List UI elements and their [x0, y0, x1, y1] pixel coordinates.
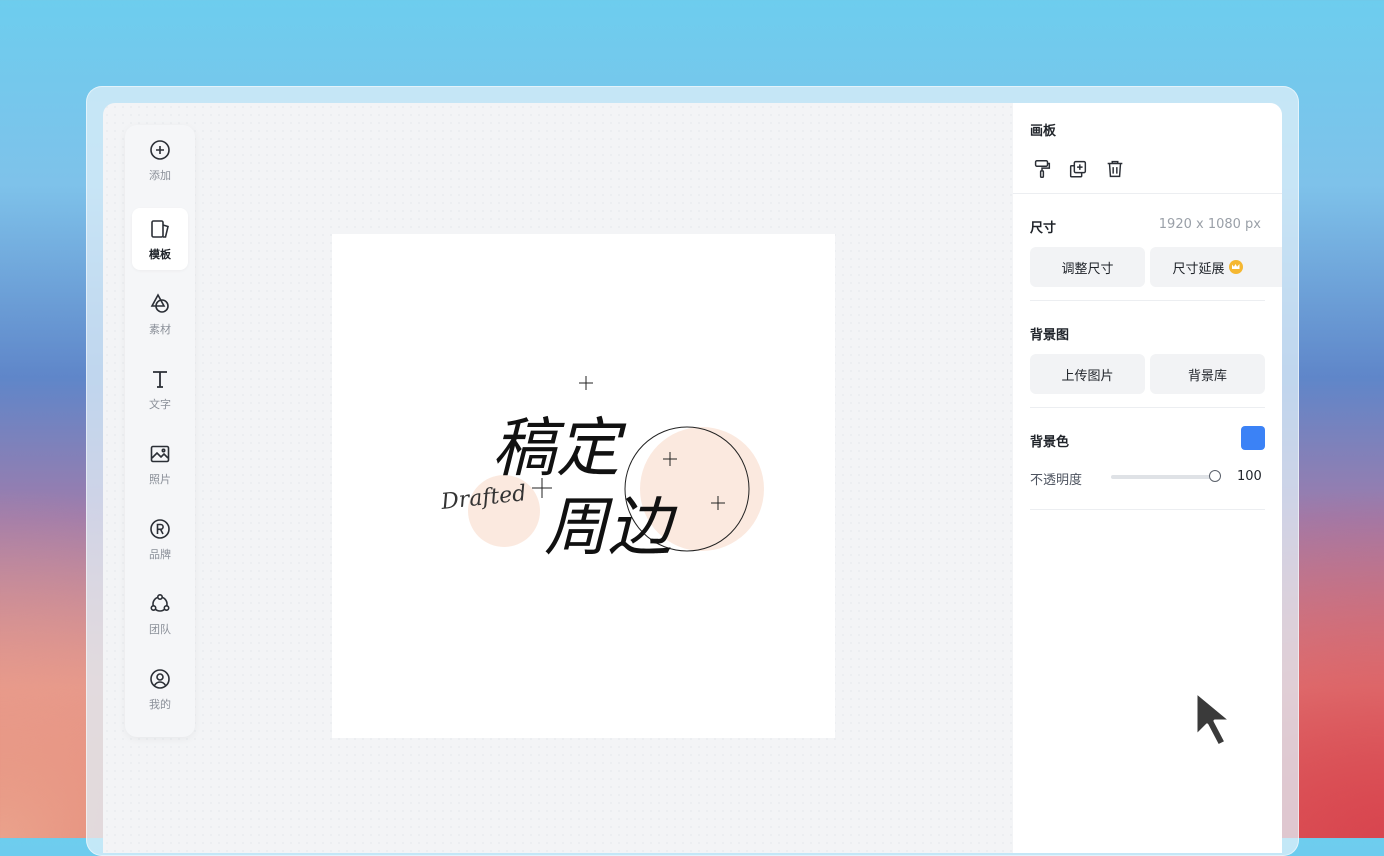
- opacity-slider[interactable]: [1111, 475, 1215, 479]
- bg-color-title: 背景色: [1030, 435, 1070, 450]
- background-library-button-label: 背景库: [1187, 368, 1227, 384]
- sidebar-item-label: 素材: [149, 322, 171, 336]
- sidebar-item-photos[interactable]: 照片: [132, 433, 188, 495]
- sidebar-item-team[interactable]: 团队: [132, 583, 188, 645]
- crown-icon: [1228, 260, 1243, 274]
- team-icon: [150, 593, 170, 612]
- background-library-button[interactable]: 背景库: [1150, 354, 1265, 394]
- sidebar-item-label: 团队: [149, 622, 171, 636]
- user-circle-icon: [150, 668, 170, 689]
- upload-image-button[interactable]: 上传图片: [1030, 354, 1145, 394]
- resize-button[interactable]: 调整尺寸: [1030, 247, 1145, 287]
- sidebar-item-mine[interactable]: 我的: [132, 658, 188, 720]
- canvas-title-line1: 稿定: [492, 412, 627, 486]
- registered-icon: [150, 518, 170, 539]
- plus-circle-icon: [150, 139, 170, 160]
- sidebar-item-label: 我的: [149, 697, 171, 711]
- shapes-icon: [150, 292, 169, 313]
- size-value: 1920 x 1080 px: [1158, 217, 1261, 232]
- left-toolbar: 添加 模板 素材 文字 照片 品牌 团队 我的: [125, 125, 195, 737]
- sidebar-item-label: 文字: [149, 397, 171, 411]
- sidebar-item-materials[interactable]: 素材: [132, 283, 188, 345]
- canvas-title-line2: 周边: [544, 491, 678, 565]
- opacity-label: 不透明度: [1030, 473, 1083, 488]
- cursor-pointer-icon: [1194, 690, 1233, 748]
- opacity-slider-thumb[interactable]: [1209, 470, 1221, 482]
- sidebar-item-brand[interactable]: 品牌: [132, 508, 188, 570]
- sidebar-item-template[interactable]: 模板: [132, 208, 188, 270]
- section-divider: [1030, 407, 1265, 408]
- sidebar-item-label: 照片: [149, 472, 171, 486]
- upload-image-button-label: 上传图片: [1061, 368, 1114, 384]
- resize-button-label: 调整尺寸: [1061, 261, 1114, 277]
- editor-app: 添加 模板 素材 文字 照片 品牌 团队 我的 稿定 周边 Drafted 画板…: [103, 103, 1282, 853]
- template-icon: [151, 219, 169, 238]
- sidebar-item-add[interactable]: 添加: [132, 129, 188, 191]
- trash-icon[interactable]: [1104, 158, 1126, 180]
- opacity-value: 100: [1237, 469, 1262, 484]
- section-divider: [1030, 509, 1265, 510]
- bg-image-title: 背景图: [1030, 328, 1070, 343]
- sidebar-item-label: 品牌: [149, 547, 171, 561]
- sidebar-item-label: 模板: [149, 247, 171, 261]
- sidebar-item-label: 添加: [149, 168, 171, 182]
- sidebar-item-text[interactable]: 文字: [132, 358, 188, 420]
- sparkle-1: [579, 376, 593, 390]
- artboard-title: 画板: [1030, 124, 1057, 139]
- image-icon: [150, 445, 170, 462]
- size-title: 尺寸: [1030, 221, 1057, 236]
- bg-color-swatch[interactable]: [1241, 426, 1265, 450]
- canvas-artwork: 稿定 周边 Drafted: [439, 376, 764, 565]
- extend-size-button-label: 尺寸延展: [1172, 261, 1225, 277]
- section-divider: [1013, 193, 1282, 194]
- design-canvas[interactable]: 稿定 周边 Drafted: [332, 234, 835, 738]
- text-icon: [153, 370, 167, 388]
- section-divider: [1030, 300, 1265, 301]
- extend-size-button[interactable]: 尺寸延展: [1150, 247, 1265, 287]
- format-painter-icon[interactable]: [1031, 158, 1053, 180]
- duplicate-icon[interactable]: [1067, 158, 1089, 180]
